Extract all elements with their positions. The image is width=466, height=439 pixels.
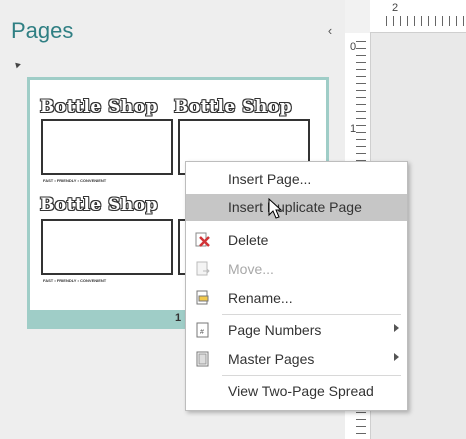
- menu-item-label: Master Pages: [228, 351, 315, 367]
- context-menu: Insert Page... Insert Duplicate Page Del…: [185, 161, 408, 411]
- menu-item-delete[interactable]: Delete: [186, 227, 407, 254]
- menu-item-label: Rename...: [228, 290, 293, 306]
- menu-item-label: Insert Page...: [228, 171, 312, 187]
- mouse-cursor-icon: [268, 197, 284, 220]
- label-tagline: FAST • FRIENDLY • CONVENIENT: [43, 278, 107, 283]
- label-tagline: FAST • FRIENDLY • CONVENIENT: [43, 178, 107, 183]
- label-title: Bottle Shop: [40, 195, 158, 215]
- page-number: 1: [174, 312, 182, 324]
- menu-item-label: Move...: [228, 261, 274, 277]
- move-page-icon: [195, 261, 211, 277]
- delete-x-icon: [195, 232, 211, 248]
- master-pages-icon: [195, 351, 211, 367]
- label-box: [41, 119, 173, 175]
- submenu-arrow-icon: [394, 353, 399, 361]
- expand-collapse-triangle-icon[interactable]: [13, 60, 21, 69]
- menu-item-label: Page Numbers: [228, 322, 322, 338]
- label-title: Bottle Shop: [174, 97, 292, 117]
- pane-title: Pages: [11, 18, 74, 43]
- ruler-corner: [345, 0, 371, 34]
- menu-item-view-two-page-spread[interactable]: View Two-Page Spread: [186, 378, 407, 405]
- menu-item-move[interactable]: Move...: [186, 256, 407, 283]
- rename-icon: [195, 290, 211, 306]
- ruler-ticks: [386, 16, 466, 26]
- menu-item-page-numbers[interactable]: # Page Numbers: [186, 317, 407, 344]
- menu-item-insert-duplicate-page[interactable]: Insert Duplicate Page: [186, 194, 407, 221]
- menu-item-insert-page[interactable]: Insert Page...: [186, 166, 407, 193]
- ruler-number: 2: [392, 2, 399, 14]
- menu-item-rename[interactable]: Rename...: [186, 285, 407, 312]
- page-numbers-icon: #: [195, 322, 211, 338]
- ruler-number: 0: [350, 41, 357, 53]
- menu-item-label: Delete: [228, 232, 269, 248]
- menu-separator: [222, 314, 401, 315]
- horizontal-ruler[interactable]: 2: [370, 0, 466, 33]
- submenu-arrow-icon: [394, 324, 399, 332]
- menu-item-label: Insert Duplicate Page: [228, 199, 362, 215]
- menu-item-master-pages[interactable]: Master Pages: [186, 346, 407, 373]
- svg-text:#: #: [200, 329, 204, 336]
- ruler-number: 1: [350, 123, 357, 135]
- menu-item-label: View Two-Page Spread: [228, 383, 374, 399]
- label-title: Bottle Shop: [40, 97, 158, 117]
- collapse-pane-button[interactable]: ‹: [324, 24, 336, 37]
- label-box: [41, 219, 173, 275]
- menu-separator: [222, 375, 401, 376]
